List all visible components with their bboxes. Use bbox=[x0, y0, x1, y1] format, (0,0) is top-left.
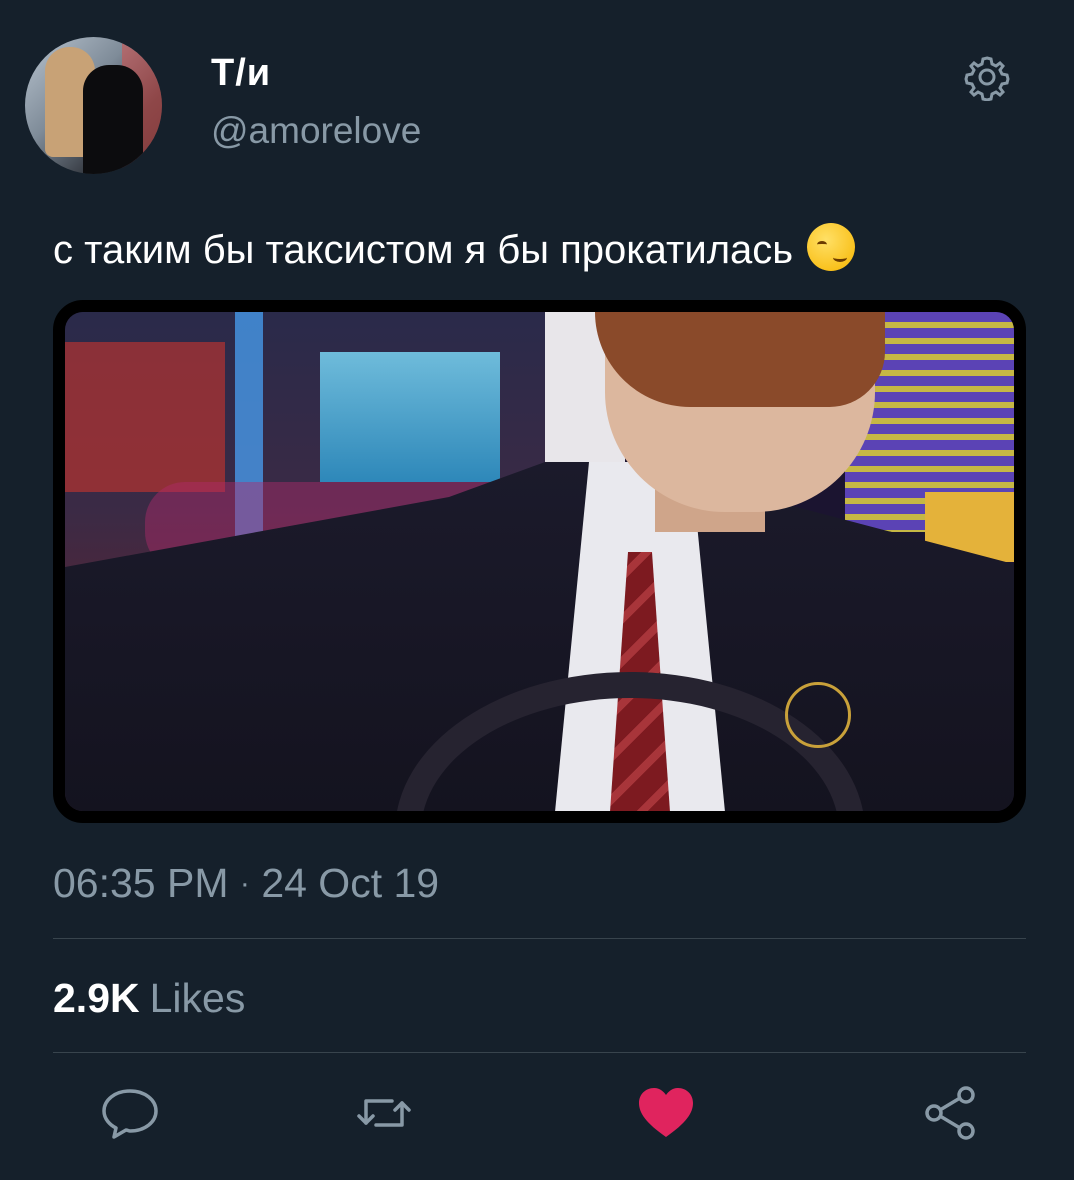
author-handle[interactable]: @amorelove bbox=[211, 110, 421, 152]
tweet-time: 06:35 PM bbox=[53, 860, 229, 906]
divider-top bbox=[53, 938, 1026, 939]
author-display-name[interactable]: Т/и bbox=[211, 52, 271, 95]
tweet-date: 24 Oct 19 bbox=[261, 860, 440, 906]
speech-bubble-icon[interactable] bbox=[100, 1083, 160, 1143]
likes-stat[interactable]: 2.9K Likes bbox=[53, 975, 245, 1022]
avatar-figure-right bbox=[83, 65, 143, 174]
smirking-face-icon bbox=[807, 223, 856, 271]
heart-icon[interactable] bbox=[636, 1083, 696, 1143]
tweet-media-image[interactable] bbox=[53, 300, 1026, 823]
media-arcade-screen bbox=[320, 352, 500, 482]
media-red-glow bbox=[65, 342, 225, 492]
tweet-timestamp[interactable]: 06:35 PM · 24 Oct 19 bbox=[53, 860, 439, 907]
retweet-icon[interactable] bbox=[354, 1083, 414, 1143]
share-icon[interactable] bbox=[920, 1083, 980, 1143]
gear-icon[interactable] bbox=[963, 53, 1011, 101]
avatar[interactable] bbox=[25, 37, 162, 174]
divider-bottom bbox=[53, 1052, 1026, 1053]
media-blazer-emblem bbox=[785, 682, 851, 748]
likes-count: 2.9K bbox=[53, 975, 140, 1021]
likes-label: Likes bbox=[149, 975, 246, 1021]
tweet-text-content: с таким бы таксистом я бы прокатилась bbox=[53, 228, 794, 272]
timestamp-separator: · bbox=[239, 867, 250, 900]
tweet-text: с таким бы таксистом я бы прокатилась bbox=[53, 223, 856, 273]
